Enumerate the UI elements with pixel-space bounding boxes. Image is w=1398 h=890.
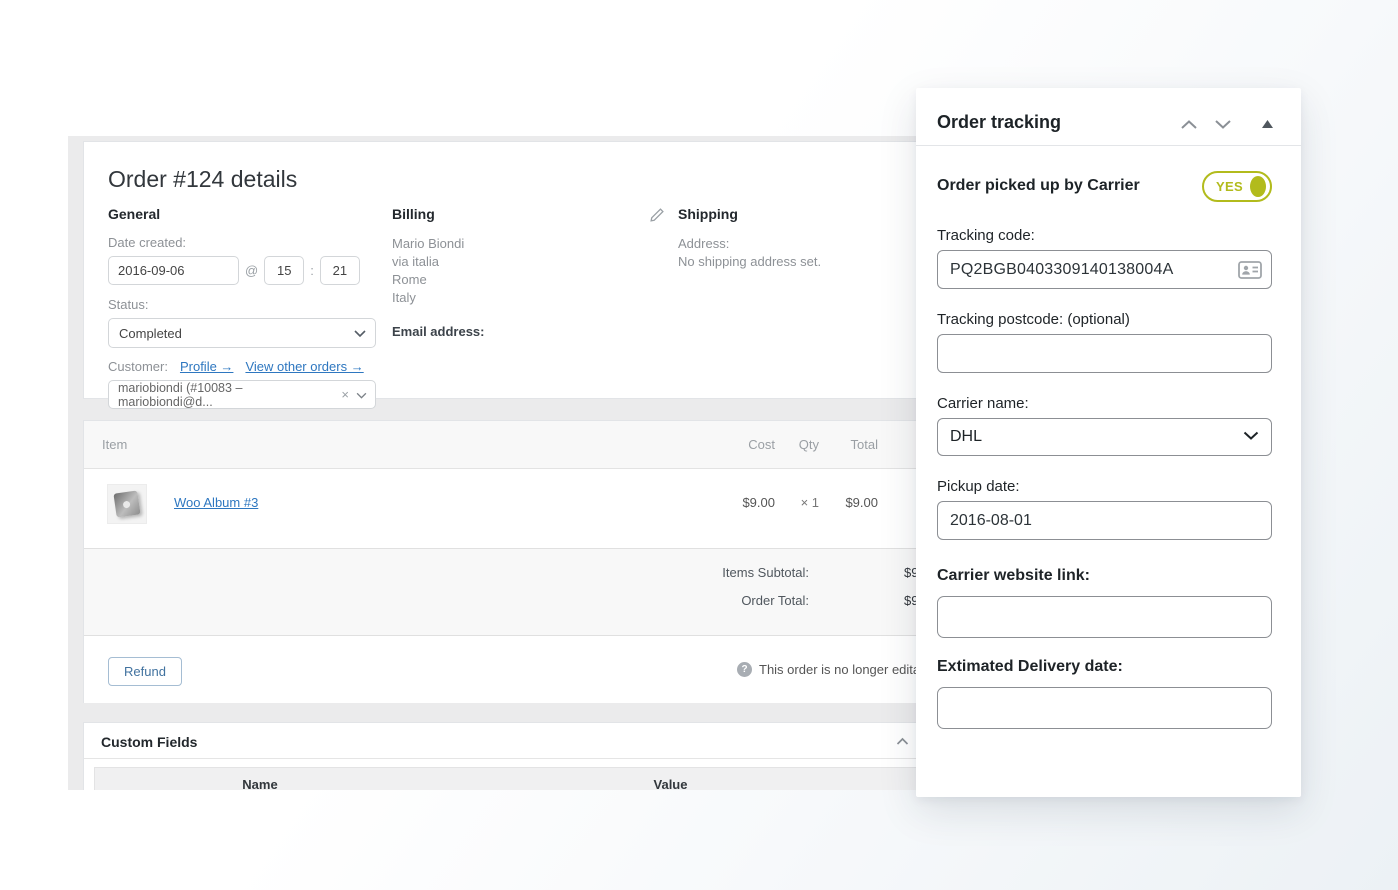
item-total: $9.00 — [845, 495, 878, 510]
billing-heading: Billing — [392, 206, 662, 222]
customer-select[interactable]: mariobiondi (#10083 – mariobiondi@d... × — [108, 380, 376, 409]
order-minute-input[interactable] — [320, 256, 360, 285]
order-details-card: Order #124 details General Date created:… — [83, 141, 928, 399]
move-up-icon[interactable] — [1178, 114, 1200, 134]
column-name: Name — [95, 777, 425, 791]
tracking-code-label: Tracking code: — [937, 227, 1272, 244]
general-heading: General — [108, 206, 376, 222]
billing-street: via italia — [392, 253, 662, 271]
item-qty: × 1 — [801, 495, 819, 510]
column-total: Total — [851, 437, 878, 452]
order-date-input[interactable] — [108, 256, 239, 285]
table-row: Woo Album #3 $9.00 × 1 $9.00 — [84, 469, 927, 548]
customer-label: Customer: — [108, 359, 168, 374]
help-icon[interactable]: ? — [737, 662, 752, 677]
date-created-label: Date created: — [108, 235, 376, 250]
toggle-yes-label: YES — [1216, 179, 1243, 194]
column-cost: Cost — [748, 437, 775, 452]
picked-up-label: Order picked up by Carrier — [937, 177, 1140, 195]
order-tracking-title: Order tracking — [937, 112, 1061, 133]
time-separator: : — [310, 263, 314, 278]
shipping-heading: Shipping — [678, 206, 918, 222]
album-disc-image — [113, 490, 140, 517]
view-other-orders-link[interactable]: View other orders → — [245, 359, 363, 374]
billing-name: Mario Biondi — [392, 235, 662, 253]
custom-fields-table-header: Name Value — [94, 767, 917, 790]
product-thumbnail — [107, 484, 147, 524]
order-totals: Items Subtotal: $9.00 Order Total: $9.00 — [84, 548, 927, 636]
column-value: Value — [425, 777, 916, 791]
edit-billing-pencil-icon[interactable] — [649, 208, 664, 228]
order-items-card: Item Cost Qty Total Woo Album #3 $9.00 ×… — [83, 420, 928, 703]
order-total-label: Order Total: — [741, 593, 809, 608]
carrier-website-label: Carrier website link: — [937, 567, 1272, 585]
status-value: Completed — [119, 326, 182, 341]
at-symbol: @ — [245, 263, 258, 278]
custom-fields-heading: Custom Fields — [101, 734, 197, 750]
carrier-select[interactable]: DHL — [937, 418, 1272, 456]
move-down-icon[interactable] — [1212, 114, 1234, 134]
status-select[interactable]: Completed — [108, 318, 376, 348]
shipping-address-label: Address: — [678, 235, 918, 253]
general-section: General Date created: @ : Status: Comple… — [108, 206, 376, 409]
admin-page-background: Order #124 details General Date created:… — [68, 136, 938, 790]
estimated-delivery-input[interactable] — [937, 687, 1272, 729]
shipping-address-value: No shipping address set. — [678, 253, 918, 271]
clear-customer-icon[interactable]: × — [341, 387, 349, 402]
tracking-postcode-label: Tracking postcode: (optional) — [937, 311, 1272, 328]
pickup-date-label: Pickup date: — [937, 478, 1272, 495]
billing-country: Italy — [392, 289, 662, 307]
tracking-postcode-input[interactable] — [937, 334, 1272, 373]
status-label: Status: — [108, 297, 376, 312]
order-tracking-header: Order tracking — [916, 88, 1301, 146]
not-editable-note: This order is no longer editable. — [759, 662, 938, 677]
collapse-chevron-icon[interactable] — [896, 733, 909, 751]
order-tracking-panel: Order tracking Order picked up by Carrie… — [916, 88, 1301, 797]
chevron-down-icon — [356, 388, 367, 402]
profile-link[interactable]: Profile → — [180, 359, 233, 374]
tracking-code-input[interactable] — [937, 250, 1272, 289]
refund-button[interactable]: Refund — [108, 657, 182, 686]
product-link[interactable]: Woo Album #3 — [174, 495, 258, 510]
collapse-triangle-icon[interactable] — [1256, 114, 1278, 134]
shipping-section: Shipping Address: No shipping address se… — [678, 206, 918, 271]
column-qty: Qty — [799, 437, 819, 452]
carrier-website-input[interactable] — [937, 596, 1272, 638]
contact-card-icon[interactable] — [1238, 261, 1262, 284]
items-actions-row: Refund ? This order is no longer editabl… — [84, 636, 927, 703]
chevron-down-icon — [1243, 428, 1259, 446]
billing-section: Billing Mario Biondi via italia Rome Ita… — [392, 206, 662, 339]
custom-fields-card: Custom Fields Name Value — [83, 722, 928, 790]
order-hour-input[interactable] — [264, 256, 304, 285]
picked-up-toggle[interactable]: YES — [1202, 171, 1272, 202]
pickup-date-input[interactable] — [937, 501, 1272, 540]
column-item: Item — [102, 437, 127, 452]
carrier-value: DHL — [950, 428, 982, 446]
page-title: Order #124 details — [108, 166, 297, 193]
toggle-knob — [1250, 176, 1266, 197]
item-cost: $9.00 — [742, 495, 775, 510]
items-subtotal-label: Items Subtotal: — [722, 565, 809, 580]
carrier-name-label: Carrier name: — [937, 395, 1272, 412]
items-table-header: Item Cost Qty Total — [84, 421, 927, 469]
customer-value: mariobiondi (#10083 – mariobiondi@d... — [118, 381, 331, 409]
billing-city: Rome — [392, 271, 662, 289]
chevron-down-icon — [354, 326, 366, 341]
estimated-delivery-label: Extimated Delivery date: — [937, 658, 1272, 676]
email-address-label: Email address: — [392, 324, 662, 339]
